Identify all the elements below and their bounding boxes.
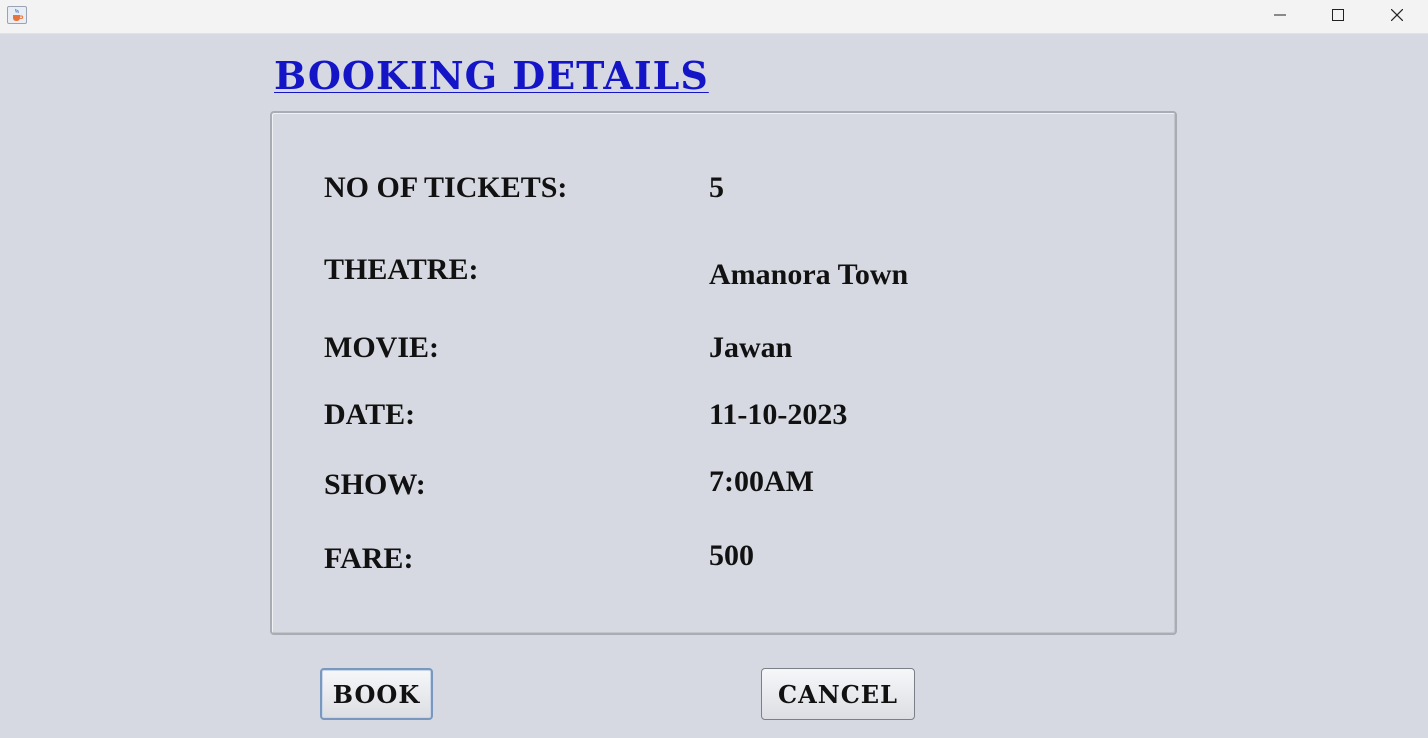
- movie-label: MOVIE:: [324, 331, 439, 364]
- show-value: 7:00AM: [709, 465, 814, 498]
- window-content: BOOKING DETAILS NO OF TICKETS: 5 THEATRE…: [0, 34, 1428, 738]
- theatre-value: Amanora Town: [709, 258, 909, 291]
- date-value: 11-10-2023: [709, 398, 848, 431]
- booking-details-panel: NO OF TICKETS: 5 THEATRE: Amanora Town M…: [270, 111, 1177, 635]
- java-cup-icon[interactable]: [7, 6, 27, 24]
- fare-label: FARE:: [324, 542, 414, 575]
- cancel-button[interactable]: CANCEL: [761, 668, 915, 720]
- theatre-label: THEATRE:: [324, 253, 479, 286]
- close-button[interactable]: [1368, 0, 1426, 30]
- fare-value: 500: [709, 539, 754, 572]
- minimize-button[interactable]: [1251, 0, 1309, 30]
- maximize-button[interactable]: [1309, 0, 1367, 30]
- close-icon: [1391, 9, 1403, 21]
- maximize-icon: [1332, 9, 1344, 21]
- show-label: SHOW:: [324, 468, 426, 501]
- window-titlebar: [0, 0, 1428, 34]
- tickets-value: 5: [709, 171, 724, 204]
- tickets-label: NO OF TICKETS:: [324, 171, 568, 204]
- page-title: BOOKING DETAILS: [274, 53, 709, 98]
- minimize-icon: [1274, 14, 1286, 16]
- date-label: DATE:: [324, 398, 416, 431]
- movie-value: Jawan: [709, 331, 793, 364]
- book-button[interactable]: BOOK: [320, 668, 433, 720]
